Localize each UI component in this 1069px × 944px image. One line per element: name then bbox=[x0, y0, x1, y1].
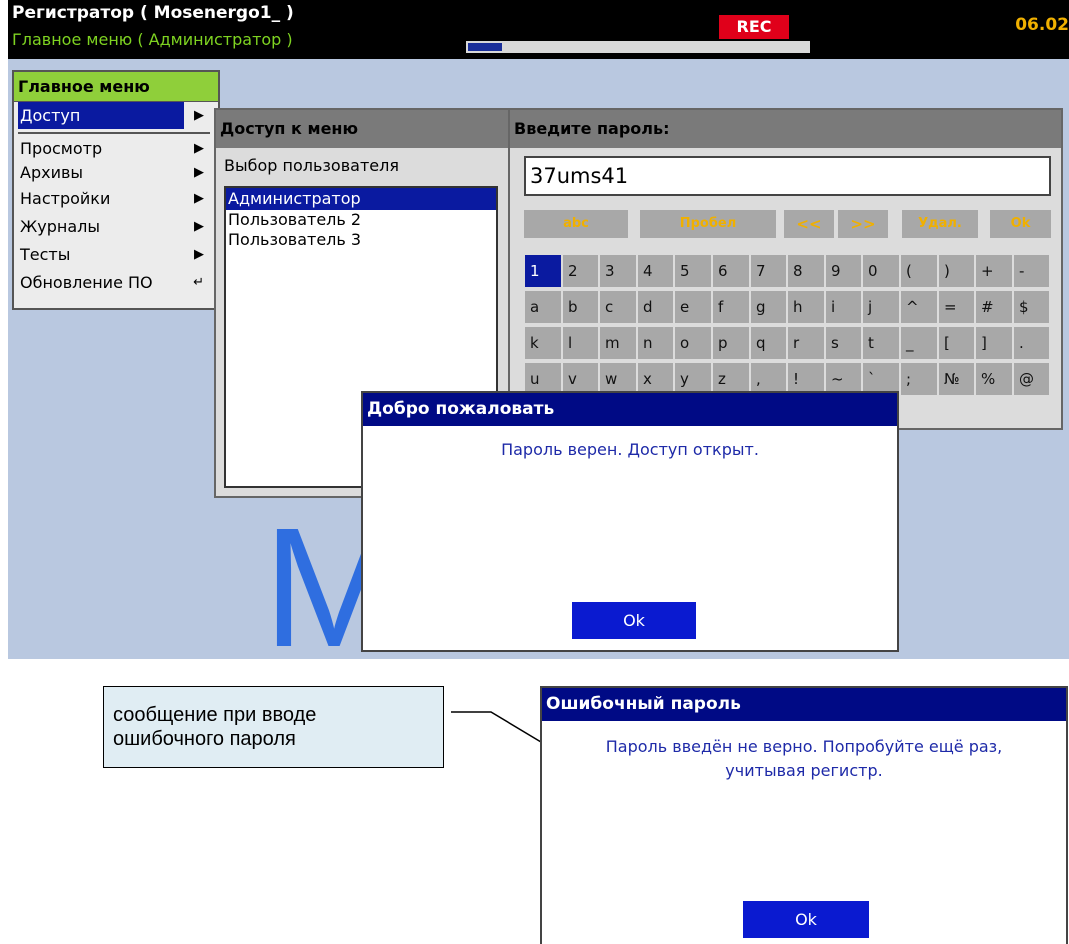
error-dialog-message-line: Пароль введён не верно. Попробуйте ещё р… bbox=[605, 737, 1003, 756]
error-dialog-title: Ошибочный пароль bbox=[542, 688, 1066, 721]
document-page: Регистратор ( Mosenergo1_ ) Главное меню… bbox=[0, 0, 1069, 944]
error-dialog-message-line: учитывая регистр. bbox=[725, 761, 883, 780]
error-dialog: Ошибочный пароль Пароль введён не верно.… bbox=[540, 686, 1068, 944]
error-ok-button[interactable]: Ok bbox=[743, 901, 869, 938]
